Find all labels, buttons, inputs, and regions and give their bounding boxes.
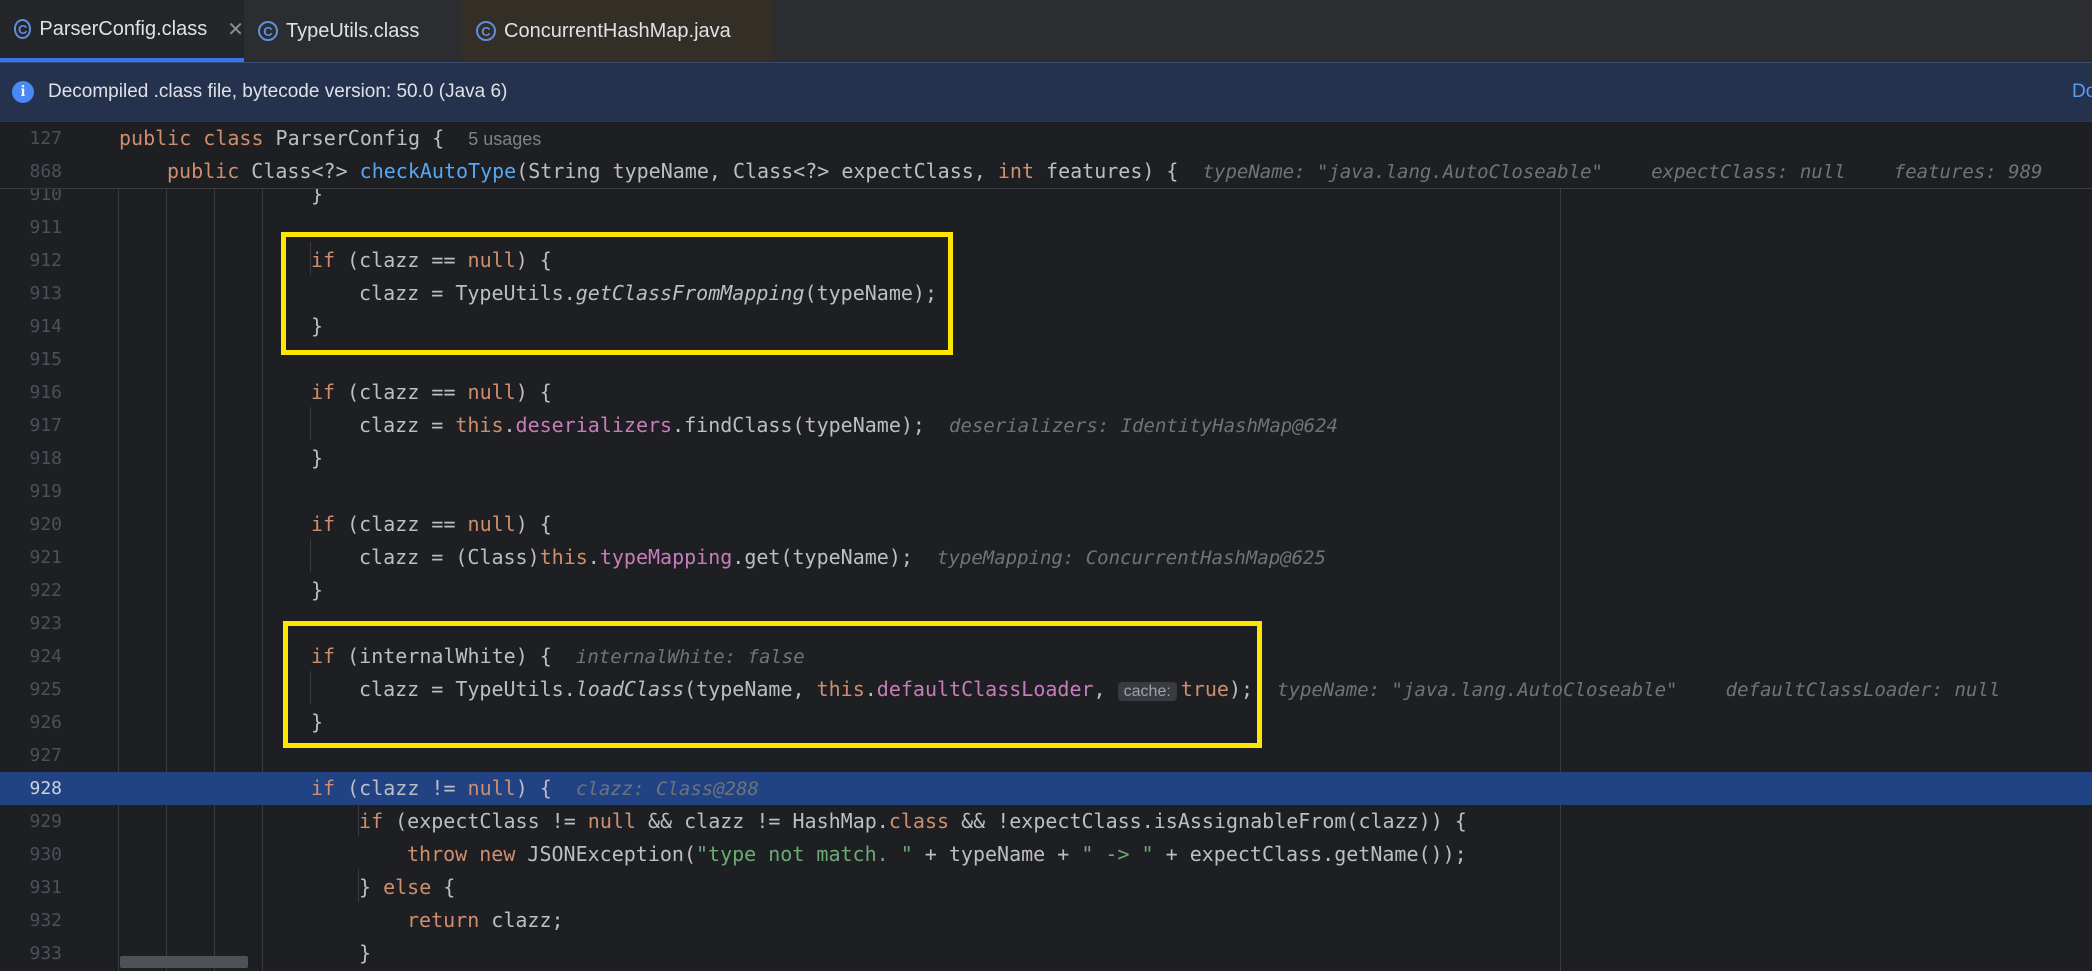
code-editor[interactable]: 127 public class ParserConfig { 5 usages… (0, 122, 2092, 971)
debug-hint: typeName: "java.lang.AutoCloseable" (1202, 161, 1603, 183)
highlight-box-get-class-from-mapping (281, 232, 953, 355)
horizontal-scrollbar-thumb[interactable] (120, 956, 248, 968)
class-icon: C (258, 21, 278, 41)
code-line: 919 (0, 475, 2092, 508)
banner-text: Decompiled .class file, bytecode version… (48, 81, 508, 102)
code-text: } else { (359, 875, 456, 899)
code-line: 916 if (clazz == null) { (0, 376, 2092, 409)
debug-hint: defaultClassLoader: null (1725, 679, 2001, 701)
debug-hint: features: 989 (1893, 161, 2043, 183)
code-line: 917 clazz = this.deserializers.findClass… (0, 409, 2092, 442)
debug-hint: clazz: Class@288 (575, 778, 759, 800)
line-number: 127 (29, 128, 62, 149)
line-number: 911 (29, 217, 62, 238)
line-number: 868 (29, 161, 62, 182)
tab-typeutils[interactable]: C TypeUtils.class (244, 0, 462, 62)
line-number: 912 (29, 250, 62, 271)
usages-hint[interactable]: 5 usages (468, 129, 541, 149)
debug-hint: typeMapping: ConcurrentHashMap@625 (937, 547, 1326, 569)
decompiled-info-banner: i Decompiled .class file, bytecode versi… (0, 62, 2092, 122)
code-line: 127 public class ParserConfig { 5 usages (0, 122, 2092, 155)
code-line: 932 return clazz; (0, 904, 2092, 937)
code-text: clazz = this.deserializers.findClass(typ… (359, 413, 1338, 437)
tab-concurrenthashmap[interactable]: C ConcurrentHashMap.java (462, 0, 774, 62)
code-line: 918 } (0, 442, 2092, 475)
debug-hint: deserializers: IdentityHashMap@624 (949, 415, 1338, 437)
line-number: 932 (29, 910, 62, 931)
line-number: 914 (29, 316, 62, 337)
line-number: 920 (29, 514, 62, 535)
line-number: 926 (29, 712, 62, 733)
tab-label: ConcurrentHashMap.java (504, 19, 731, 42)
code-text: clazz = (Class)this.typeMapping.get(type… (359, 545, 1326, 569)
code-text: if (clazz == null) { (311, 512, 552, 536)
code-text: public class ParserConfig { 5 usages (119, 126, 542, 150)
code-text: public Class<?> checkAutoType(String typ… (167, 159, 2043, 183)
line-number: 913 (29, 283, 62, 304)
code-line: 933 } (0, 937, 2092, 970)
line-number: 930 (29, 844, 62, 865)
code-text: if (expectClass != null && clazz != Hash… (359, 809, 1467, 833)
code-line: 929 if (expectClass != null && clazz != … (0, 805, 2092, 838)
line-number: 922 (29, 580, 62, 601)
code-text: } (311, 578, 324, 602)
code-line: 868 public Class<?> checkAutoType(String… (0, 155, 2092, 188)
highlight-box-internal-white (283, 621, 1262, 748)
line-number: 927 (29, 745, 62, 766)
line-number: 923 (29, 613, 62, 634)
code-text: if (clazz != null) { clazz: Class@288 (311, 776, 759, 800)
class-icon: C (476, 21, 496, 41)
code-line: 921 clazz = (Class)this.typeMapping.get(… (0, 541, 2092, 574)
code-line: 931 } else { (0, 871, 2092, 904)
line-number: 925 (29, 679, 62, 700)
code-line: 930 throw new JSONException("type not ma… (0, 838, 2092, 871)
line-number: 933 (29, 943, 62, 964)
tab-label: TypeUtils.class (286, 19, 420, 42)
line-number: 921 (29, 547, 62, 568)
code-text: throw new JSONException("type not match.… (407, 842, 1467, 866)
editor-tab-bar: C ParserConfig.class ✕ C TypeUtils.class… (0, 0, 2092, 62)
line-number: 924 (29, 646, 62, 667)
banner-link[interactable]: Do (2072, 81, 2092, 103)
line-number: 929 (29, 811, 62, 832)
code-text: } (311, 446, 324, 470)
line-number: 931 (29, 877, 62, 898)
line-number: 917 (29, 415, 62, 436)
line-number: 915 (29, 349, 62, 370)
debug-hint: expectClass: null (1651, 161, 1846, 183)
current-execution-line[interactable]: 928 if (clazz != null) { clazz: Class@28… (0, 772, 2092, 805)
info-icon: i (12, 81, 34, 103)
close-icon[interactable]: ✕ (227, 17, 244, 42)
string-literal: " -> " (1081, 842, 1154, 866)
code-text: return clazz; (407, 908, 564, 932)
tab-label: ParserConfig.class (39, 17, 208, 40)
line-number: 919 (29, 481, 62, 502)
class-icon: C (14, 19, 32, 39)
line-number: 928 (29, 778, 62, 799)
code-line: 920 if (clazz == null) { (0, 508, 2092, 541)
sticky-lines-header: 127 public class ParserConfig { 5 usages… (0, 122, 2092, 189)
debug-hint: typeName: "java.lang.AutoCloseable" (1277, 679, 1678, 701)
line-number: 918 (29, 448, 62, 469)
code-line: 922 } (0, 574, 2092, 607)
line-number: 916 (29, 382, 62, 403)
code-text: if (clazz == null) { (311, 380, 552, 404)
code-text: } (359, 941, 372, 965)
tab-parserconfig[interactable]: C ParserConfig.class ✕ (0, 0, 244, 62)
string-literal: "type not match. " (696, 842, 913, 866)
